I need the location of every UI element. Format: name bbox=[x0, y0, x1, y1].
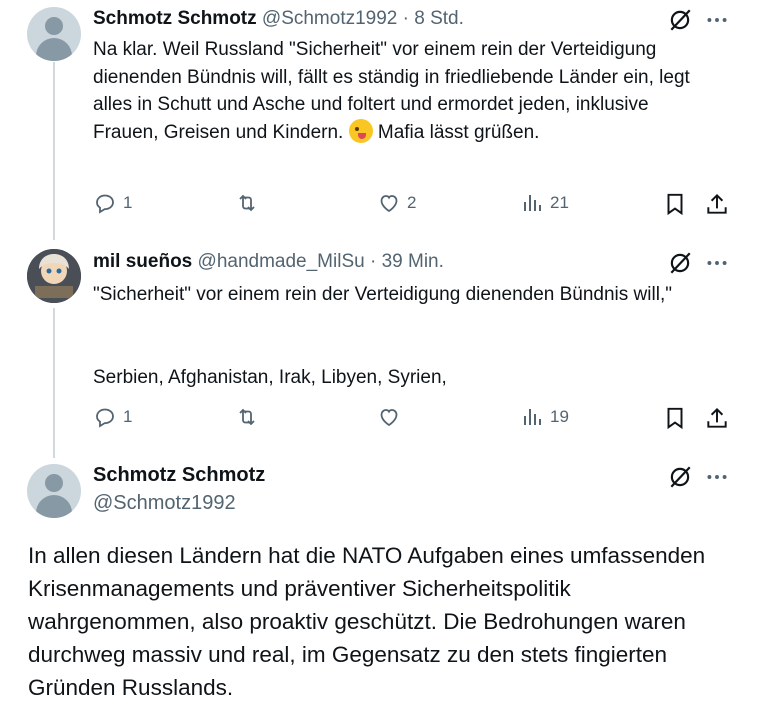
reply-icon bbox=[96, 408, 114, 428]
share-icon[interactable] bbox=[704, 191, 730, 217]
more-options-icon[interactable] bbox=[704, 464, 730, 490]
retweet-icon bbox=[239, 194, 255, 212]
reply-count: 1 bbox=[123, 407, 133, 426]
share-icon[interactable] bbox=[704, 405, 730, 431]
avatar[interactable] bbox=[27, 464, 81, 518]
like-button[interactable]: 2 bbox=[377, 191, 416, 215]
retweet-icon bbox=[239, 408, 255, 426]
heart-icon bbox=[380, 195, 398, 213]
tweet[interactable]: Schmotz Schmotz @Schmotz1992 · 8 Std. Na… bbox=[0, 0, 757, 240]
retweet-button[interactable] bbox=[235, 191, 265, 215]
tweet-header: Schmotz Schmotz @Schmotz1992 · 8 Std. bbox=[93, 7, 464, 31]
author-handle[interactable]: @Schmotz1992 bbox=[262, 8, 397, 29]
view-count: 19 bbox=[550, 407, 569, 426]
more-options-icon[interactable] bbox=[704, 7, 730, 33]
tweet-text: In allen diesen Ländern hat die NATO Auf… bbox=[28, 543, 706, 700]
more-options-icon[interactable] bbox=[704, 250, 730, 276]
like-count: 2 bbox=[407, 193, 417, 212]
tweet-header: mil sueños @handmade_MilSu · 39 Min. bbox=[93, 250, 444, 274]
grok-icon[interactable] bbox=[667, 464, 693, 490]
author-name[interactable]: Schmotz Schmotz bbox=[93, 464, 265, 487]
like-button[interactable] bbox=[377, 405, 407, 429]
analytics-icon bbox=[524, 409, 541, 425]
reply-count: 1 bbox=[123, 193, 133, 212]
retweet-button[interactable] bbox=[235, 405, 265, 429]
views-button[interactable]: 19 bbox=[520, 405, 569, 429]
author-name[interactable]: Schmotz Schmotz bbox=[93, 8, 257, 29]
timestamp[interactable]: · 39 Min. bbox=[365, 251, 444, 272]
view-count: 21 bbox=[550, 193, 569, 212]
timestamp[interactable]: · 8 Std. bbox=[397, 8, 464, 29]
avatar[interactable] bbox=[27, 249, 81, 303]
tweet[interactable]: mil sueños @handmade_MilSu · 39 Min. "Si… bbox=[0, 240, 757, 450]
reply-button[interactable]: 1 bbox=[93, 405, 132, 429]
author-handle[interactable]: @handmade_MilSu bbox=[198, 251, 365, 272]
reply-icon bbox=[96, 194, 114, 214]
reply-button[interactable]: 1 bbox=[93, 191, 132, 215]
analytics-icon bbox=[524, 195, 541, 211]
bookmark-icon[interactable] bbox=[662, 405, 688, 431]
grok-icon[interactable] bbox=[667, 250, 693, 276]
tweet-text: Na klar. Weil Russland "Sicherheit" vor … bbox=[93, 39, 690, 143]
author-name[interactable]: mil sueños bbox=[93, 251, 192, 272]
avatar[interactable] bbox=[27, 7, 81, 61]
author-handle[interactable]: @Schmotz1992 bbox=[93, 492, 236, 515]
tweet-text: "Sicherheit" vor einem rein der Verteidi… bbox=[93, 284, 672, 388]
views-button[interactable]: 21 bbox=[520, 191, 569, 215]
zany-face-emoji bbox=[348, 118, 373, 143]
bookmark-icon[interactable] bbox=[662, 191, 688, 217]
grok-icon[interactable] bbox=[667, 7, 693, 33]
heart-icon bbox=[380, 409, 398, 427]
